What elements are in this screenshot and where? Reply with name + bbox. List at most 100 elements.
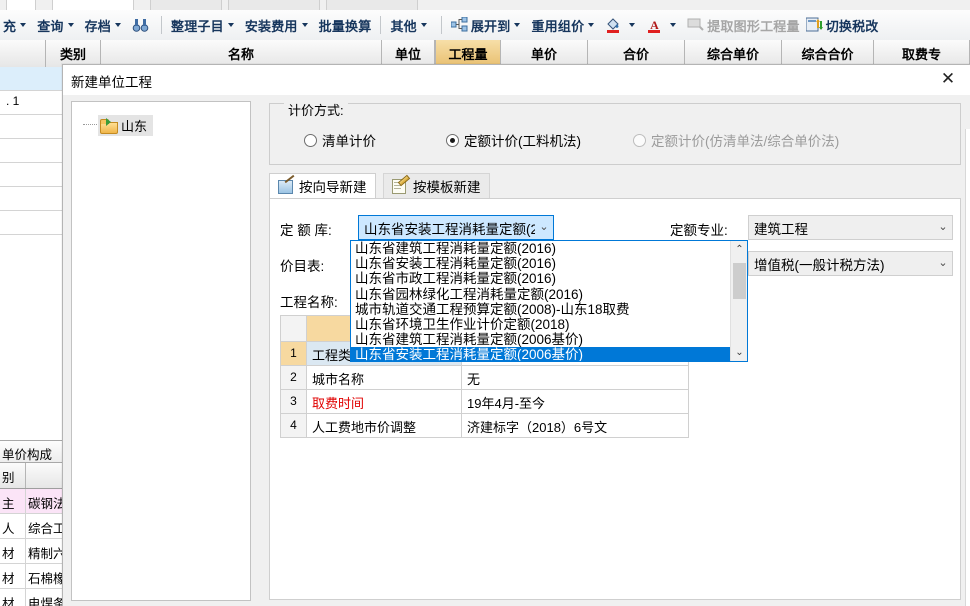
toolbar-item-expand-to[interactable]: 展开到 xyxy=(448,13,529,37)
chevron-down-icon[interactable] xyxy=(301,23,308,27)
tabstrip-chip[interactable] xyxy=(150,0,222,10)
dropdown-option[interactable]: 山东省建筑工程消耗量定额(2006基价) xyxy=(351,332,730,347)
close-icon[interactable]: ✕ xyxy=(933,67,963,91)
quota-library-combobox[interactable]: 山东省安装工程消耗量定额(2006基价) ⌄ xyxy=(358,215,554,240)
chevron-down-icon[interactable] xyxy=(670,23,677,27)
toolbar-item-archive[interactable]: 存档 xyxy=(82,13,129,37)
tabstrip-chip[interactable] xyxy=(6,0,36,10)
grid-header-cell-total-price[interactable]: 合价 xyxy=(588,40,685,67)
main-toolbar: 充 查询 存档 整理子目 安装费用 批量换算 其他 展开到 重用组价 A 提取图… xyxy=(0,10,970,41)
table-row[interactable]: 材 精制六 xyxy=(0,539,68,564)
table-row[interactable]: 主 碳钢法 xyxy=(0,489,68,514)
radio-bill-pricing[interactable]: 清单计价 xyxy=(304,130,376,150)
grid-header-label: 综合单价 xyxy=(706,47,759,62)
tab-unit-price-composition[interactable]: 单价构成 xyxy=(0,441,68,463)
dropdown-option-selected[interactable]: 山东省安装工程消耗量定额(2006基价) xyxy=(351,347,730,361)
dropdown-option[interactable]: 山东省园林绿化工程消耗量定额(2016) xyxy=(351,287,730,302)
grid-header-cell-unit-price[interactable]: 单价 xyxy=(501,40,588,67)
table-row[interactable] xyxy=(0,187,68,211)
chevron-down-icon[interactable]: ⌄ xyxy=(934,252,952,275)
toolbar-item-fill-color[interactable] xyxy=(602,13,643,37)
dropdown-scrollbar[interactable]: ⌃ ⌄ xyxy=(730,241,747,361)
table-row[interactable]: . 1 xyxy=(0,91,68,115)
grid-header-cell-name[interactable]: 名称 xyxy=(101,40,382,67)
tab-label: 按向导新建 xyxy=(299,180,367,195)
dialog-scrollbar[interactable] xyxy=(965,129,970,606)
toolbar-item-install-fee[interactable]: 安装费用 xyxy=(242,13,316,37)
dropdown-option[interactable]: 山东省市政工程消耗量定额(2016) xyxy=(351,271,730,286)
toolbar-item-other[interactable]: 其他 xyxy=(387,13,434,37)
grid-header-cell-blank[interactable] xyxy=(0,40,46,67)
grid-header-cell-fee-specialty[interactable]: 取费专 xyxy=(874,40,970,67)
dropdown-option[interactable]: 城市轨道交通工程预算定额(2008)-山东18取费 xyxy=(351,302,730,317)
table-row[interactable] xyxy=(0,115,68,139)
quota-library-dropdown-list: 山东省建筑工程消耗量定额(2016) 山东省安装工程消耗量定额(2016) 山东… xyxy=(350,240,748,362)
scroll-up-icon[interactable]: ⌃ xyxy=(731,241,748,258)
toolbar-item-find[interactable] xyxy=(129,13,155,37)
chevron-down-icon[interactable] xyxy=(420,23,427,27)
table-row[interactable]: 材 石棉橡 xyxy=(0,564,68,589)
tree-node-shandong[interactable]: 山东 xyxy=(98,115,154,136)
radio-quota-pricing-labor-material[interactable]: 定额计价(工料机法) xyxy=(446,130,581,150)
grid-header-cell-comprehensive-total[interactable]: 综合合价 xyxy=(782,40,874,67)
chevron-down-icon[interactable] xyxy=(514,23,521,27)
tab-create-by-wizard[interactable]: 按向导新建 xyxy=(269,173,376,199)
table-row[interactable] xyxy=(0,211,68,235)
toolbar-item-organize-sub[interactable]: 整理子目 xyxy=(168,13,242,37)
table-row[interactable] xyxy=(0,163,68,187)
quota-specialty-combobox[interactable]: 建筑工程 ⌄ xyxy=(748,215,953,240)
fill-color-icon xyxy=(605,17,622,34)
dropdown-option[interactable]: 山东省环境卫生作业计价定额(2018) xyxy=(351,317,730,332)
toolbar-item-switch-tax[interactable]: 切换税改 xyxy=(803,13,882,37)
chevron-down-icon[interactable] xyxy=(67,23,74,27)
grid-header-label: 综合合价 xyxy=(801,47,854,62)
attr-row-index: 4 xyxy=(281,414,307,438)
toolbar-item-reuse-price[interactable]: 重用组价 xyxy=(528,13,602,37)
dropdown-option[interactable]: 山东省建筑工程消耗量定额(2016) xyxy=(351,241,730,256)
toolbar-label: 切换税改 xyxy=(825,18,879,34)
pricing-method-group: 计价方式: 清单计价 定额计价(工料机法) 定额计价(仿清单法/综合单价法) xyxy=(269,100,961,165)
dropdown-option[interactable]: 山东省安装工程消耗量定额(2016) xyxy=(351,256,730,271)
grid-header-cell-category[interactable]: 类别 xyxy=(46,40,101,67)
toolbar-label: 充 xyxy=(3,18,17,34)
grid-header-cell-comprehensive-unit-price[interactable]: 综合单价 xyxy=(685,40,782,67)
tax-method-combobox[interactable]: 增值税(一般计税方法) ⌄ xyxy=(748,251,953,276)
attr-row-value[interactable]: 19年4月-至今 xyxy=(462,390,689,414)
grid-header-label: 类别 xyxy=(59,47,86,62)
attr-row-value[interactable]: 济建标字（2018）6号文 xyxy=(462,414,689,438)
toolbar-separator xyxy=(440,16,442,34)
chevron-down-icon[interactable]: ⌄ xyxy=(934,216,952,239)
chevron-down-icon[interactable]: ⌄ xyxy=(535,216,553,239)
composition-header-category[interactable]: 别 xyxy=(0,463,26,488)
table-row[interactable]: 2 城市名称 无 xyxy=(281,366,690,390)
quota-specialty-value: 建筑工程 xyxy=(754,221,808,237)
tab-create-by-template[interactable]: 按模板新建 xyxy=(383,173,490,199)
table-row[interactable]: 4 人工费地市价调整 济建标字（2018）6号文 xyxy=(281,414,690,438)
toolbar-item-extract-quantity[interactable]: 提取图形工程量 xyxy=(684,13,802,37)
tabstrip-chip[interactable] xyxy=(228,0,320,10)
chevron-down-icon[interactable] xyxy=(227,23,234,27)
label-price-list: 价目表: xyxy=(280,259,325,274)
grid-header-cell-unit[interactable]: 单位 xyxy=(382,40,435,67)
chevron-down-icon[interactable] xyxy=(629,23,636,27)
toolbar-item-font-color[interactable]: A xyxy=(643,13,684,37)
toolbar-item-batch-convert[interactable]: 批量换算 xyxy=(316,13,375,37)
chevron-down-icon[interactable] xyxy=(115,23,122,27)
table-row[interactable]: 材 电焊条 xyxy=(0,589,68,606)
cell-category: 材 xyxy=(0,589,26,606)
table-row[interactable] xyxy=(0,67,68,91)
scrollbar-thumb[interactable] xyxy=(733,263,746,299)
table-row[interactable]: 人 综合工 xyxy=(0,514,68,539)
scroll-down-icon[interactable]: ⌄ xyxy=(731,344,748,361)
chevron-down-icon[interactable] xyxy=(20,23,27,27)
chevron-down-icon[interactable] xyxy=(588,23,595,27)
toolbar-item-bu[interactable]: 充 xyxy=(0,13,34,37)
attr-row-value[interactable]: 无 xyxy=(462,366,689,390)
tabstrip-chip[interactable] xyxy=(326,0,418,10)
tabstrip-chip[interactable] xyxy=(52,0,134,10)
table-row[interactable]: 3 取费时间 19年4月-至今 xyxy=(281,390,690,414)
toolbar-item-query[interactable]: 查询 xyxy=(34,13,81,37)
grid-header-cell-quantity[interactable]: 工程量 xyxy=(435,40,501,67)
tab-label: 按模板新建 xyxy=(413,180,481,195)
table-row[interactable] xyxy=(0,139,68,163)
